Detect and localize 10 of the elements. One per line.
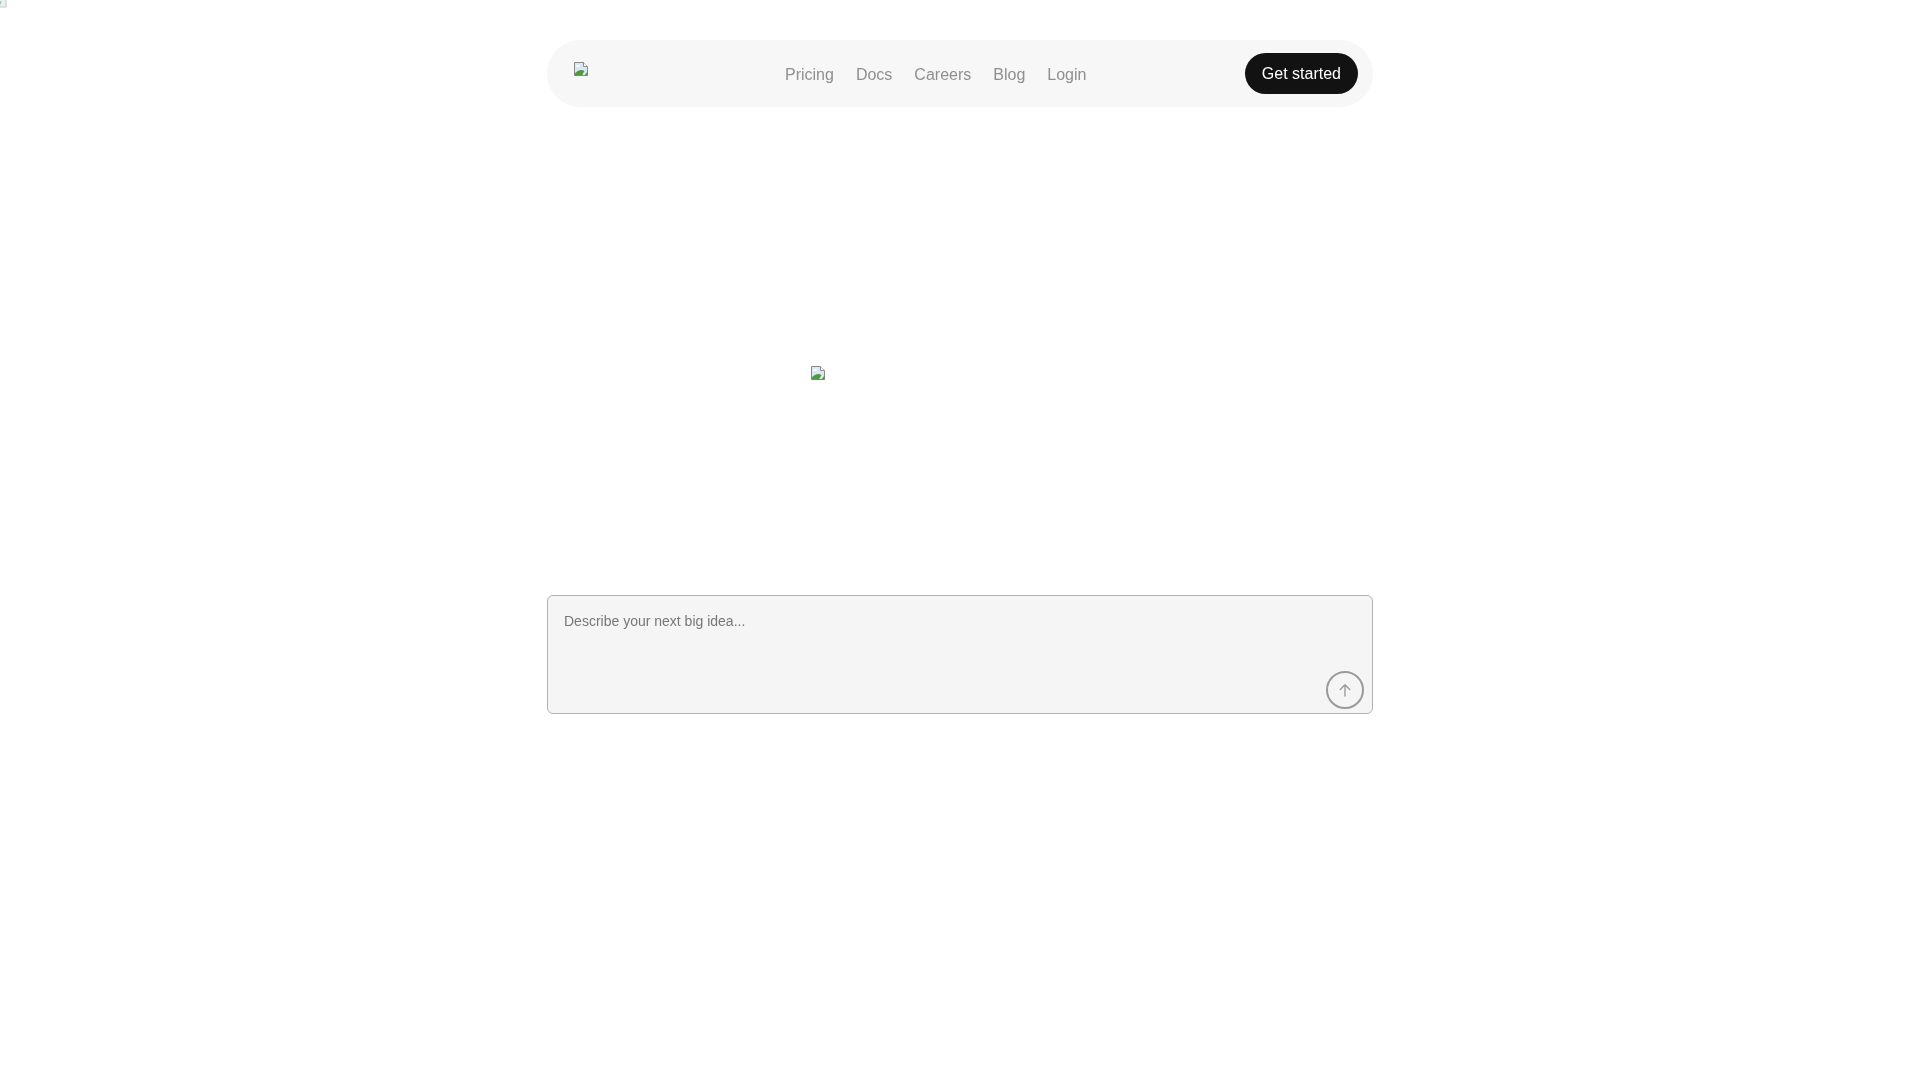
- nav-link[interactable]: Login: [1047, 65, 1087, 84]
- nav-link[interactable]: Careers: [914, 65, 972, 84]
- nav-link[interactable]: Blog: [993, 65, 1026, 84]
- prompt-input[interactable]: Describe your next big idea...: [547, 595, 1373, 714]
- nav-link[interactable]: Docs: [855, 65, 893, 84]
- arrow-up-icon: [1339, 683, 1351, 697]
- get-started-button[interactable]: Get started: [1244, 53, 1358, 94]
- broken-image-icon: [573, 60, 589, 77]
- broken-image-icon: [810, 365, 826, 381]
- nav-link[interactable]: Pricing: [785, 65, 834, 84]
